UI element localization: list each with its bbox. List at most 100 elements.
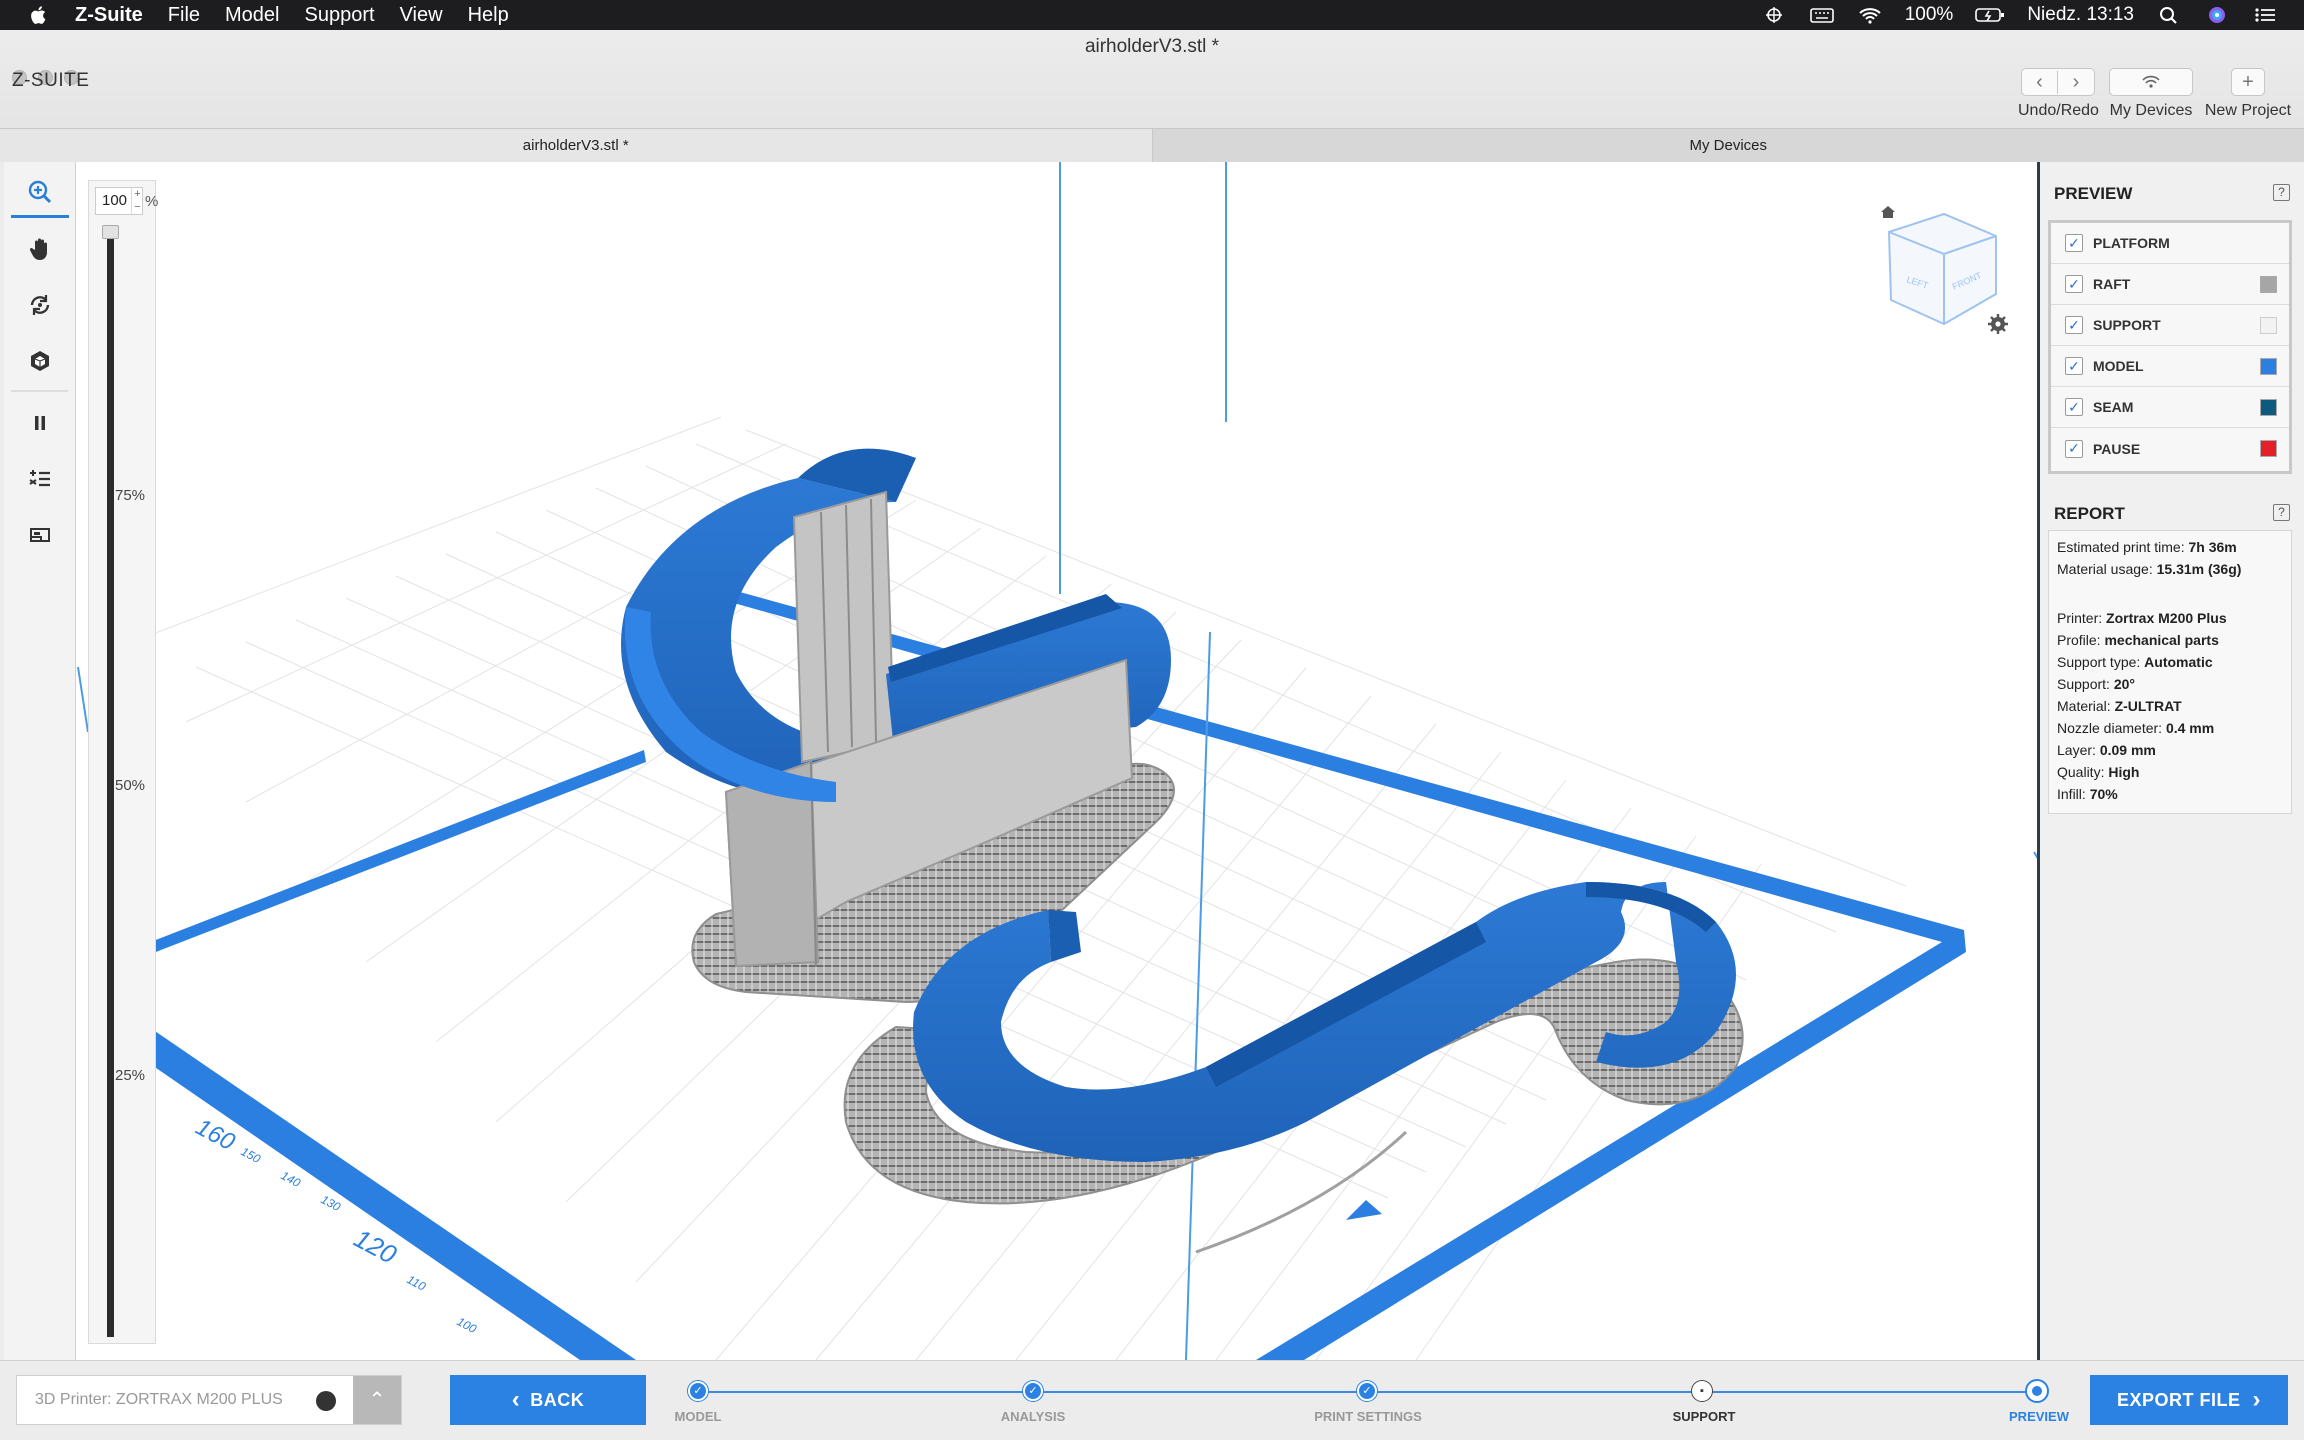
my-devices-group: My Devices	[2108, 68, 2194, 120]
checkbox-model[interactable]: ✓	[2065, 357, 2083, 375]
keyboard-icon[interactable]	[1809, 5, 1835, 25]
wifi-icon[interactable]	[1857, 5, 1883, 25]
report-nozzle: Nozzle diameter: 0.4 mm	[2057, 720, 2215, 736]
axis-label-140: 140	[279, 1168, 304, 1190]
print-scene[interactable]: 160 150 140 130 120 110 100 LEFT FRONT	[76, 162, 2040, 1360]
new-project-group: + New Project	[2202, 68, 2294, 120]
report-box: Estimated print time: 7h 36m Material us…	[2048, 530, 2292, 814]
menubar-clock[interactable]: Niedz. 13:13	[2027, 4, 2134, 26]
printer-select-text: 3D Printer: ZORTRAX M200 PLUS	[35, 1391, 283, 1408]
checkbox-platform[interactable]: ✓	[2065, 234, 2083, 252]
back-button[interactable]: ‹ BACK	[450, 1375, 646, 1425]
step-preview-current[interactable]	[2027, 1381, 2047, 1401]
pause-tool[interactable]	[11, 398, 69, 448]
model-color-swatch[interactable]	[2260, 357, 2277, 375]
zoom-decrease-button[interactable]: −	[131, 201, 143, 214]
home-view-icon[interactable]	[1881, 206, 1895, 218]
axis-label-110: 110	[405, 1272, 429, 1293]
layer-platform[interactable]: ✓ PLATFORM	[2051, 223, 2289, 264]
plus-icon: +	[2242, 70, 2254, 93]
step-label-analysis[interactable]: ANALYSIS	[1001, 1409, 1066, 1424]
holder-plate	[792, 490, 896, 764]
export-file-button[interactable]: EXPORT FILE ›	[2090, 1375, 2288, 1425]
layer-view-tool[interactable]	[11, 510, 69, 560]
checkbox-seam[interactable]: ✓	[2065, 398, 2083, 416]
undo-redo-group: ‹ › Undo/Redo	[2018, 68, 2099, 120]
zoom-mark-75: 75%	[115, 487, 146, 504]
app-menu[interactable]: Z-Suite	[75, 4, 143, 27]
step-label-model[interactable]: MODEL	[675, 1409, 722, 1424]
right-panel: PREVIEW ? ✓ PLATFORM ✓ RAFT ✓ SUPPORT ✓ …	[2040, 162, 2304, 1360]
document-tabs: airholderV3.stl * My Devices	[0, 128, 2304, 162]
tab-my-devices[interactable]: My Devices	[1152, 128, 2304, 162]
checkbox-raft[interactable]: ✓	[2065, 275, 2083, 293]
apple-icon[interactable]	[28, 4, 50, 26]
menu-file[interactable]: File	[168, 4, 200, 27]
checkbox-support[interactable]: ✓	[2065, 316, 2083, 334]
rotate-icon	[30, 295, 50, 315]
bottom-bar: 3D Printer: ZORTRAX M200 PLUS ⌃ ‹ BACK ✓…	[0, 1360, 2304, 1440]
spotlight-search-icon[interactable]	[2156, 5, 2182, 25]
undo-icon[interactable]: ‹	[2022, 70, 2058, 94]
step-support-lock-icon[interactable]: ▪	[1692, 1381, 1712, 1401]
zoom-panel: 100 + − % 75% 50% 25%	[88, 180, 159, 1344]
support-color-swatch[interactable]	[2260, 316, 2277, 334]
raft-color-swatch[interactable]	[2260, 275, 2277, 293]
view-tool[interactable]	[11, 336, 69, 386]
view-cube[interactable]: LEFT FRONT	[1881, 206, 2008, 334]
siri-icon[interactable]	[2204, 5, 2230, 25]
preview-help-icon[interactable]: ?	[2273, 184, 2290, 201]
step-print-settings-check[interactable]: ✓	[1357, 1381, 1377, 1401]
layer-support[interactable]: ✓ SUPPORT	[2051, 305, 2289, 346]
network-icon[interactable]	[1761, 5, 1787, 25]
wifi-devices-icon	[2142, 75, 2160, 88]
3d-viewport[interactable]: 160 150 140 130 120 110 100 LEFT FRONT 1…	[76, 162, 2040, 1360]
menu-view[interactable]: View	[400, 4, 443, 27]
battery-icon[interactable]	[1975, 5, 2005, 25]
redo-icon[interactable]: ›	[2058, 71, 2094, 94]
zoom-tool[interactable]	[11, 168, 69, 218]
step-label-support[interactable]: SUPPORT	[1673, 1409, 1736, 1424]
report-printer: Printer: Zortrax M200 Plus	[2057, 610, 2227, 626]
menu-model[interactable]: Model	[225, 4, 279, 27]
report-infill: Infill: 70%	[2057, 786, 2118, 802]
my-devices-button[interactable]	[2109, 68, 2193, 96]
checkbox-pause[interactable]: ✓	[2065, 439, 2083, 458]
layer-label: PLATFORM	[2093, 235, 2170, 251]
tab-airholder[interactable]: airholderV3.stl *	[0, 128, 1153, 162]
notification-center-icon[interactable]	[2252, 5, 2278, 25]
step-analysis-check[interactable]: ✓	[1023, 1381, 1043, 1401]
layer-seam[interactable]: ✓ SEAM	[2051, 387, 2289, 428]
menu-support[interactable]: Support	[305, 4, 375, 27]
layers-list-tool[interactable]	[11, 454, 69, 504]
printer-select[interactable]: 3D Printer: ZORTRAX M200 PLUS ⌃	[16, 1375, 402, 1425]
model-holder[interactable]	[621, 448, 1175, 1004]
step-label-preview[interactable]: PREVIEW	[2009, 1409, 2069, 1424]
chevron-up-icon[interactable]: ⌃	[353, 1376, 401, 1424]
pan-tool[interactable]	[11, 224, 69, 274]
layer-view-icon	[30, 528, 50, 542]
hand-icon	[29, 238, 47, 260]
zoom-slider-handle[interactable]	[102, 225, 119, 239]
undo-redo-label: Undo/Redo	[2018, 102, 2099, 119]
rotate-tool[interactable]	[11, 280, 69, 330]
zoom-increase-button[interactable]: +	[131, 188, 143, 201]
new-project-button[interactable]: +	[2231, 68, 2265, 96]
model-s-hook[interactable]	[843, 882, 1744, 1254]
undo-redo-buttons[interactable]: ‹ ›	[2021, 68, 2095, 96]
layer-label: SUPPORT	[2093, 317, 2161, 333]
report-help-icon[interactable]: ?	[2273, 504, 2290, 521]
gear-icon[interactable]	[1988, 314, 2008, 334]
step-model-check[interactable]: ✓	[688, 1381, 708, 1401]
layer-raft[interactable]: ✓ RAFT	[2051, 264, 2289, 305]
layer-model[interactable]: ✓ MODEL	[2051, 346, 2289, 387]
step-label-print-settings[interactable]: PRINT SETTINGS	[1314, 1409, 1422, 1424]
pause-color-swatch[interactable]	[2260, 440, 2277, 457]
zoom-unit: %	[145, 193, 159, 210]
layers-list-icon	[29, 470, 50, 487]
seam-color-swatch[interactable]	[2260, 398, 2277, 416]
zoom-slider-track[interactable]	[107, 227, 114, 1337]
layer-pause[interactable]: ✓ PAUSE	[2051, 428, 2289, 469]
zoom-mark-50: 50%	[115, 777, 146, 794]
menu-help[interactable]: Help	[468, 4, 509, 27]
